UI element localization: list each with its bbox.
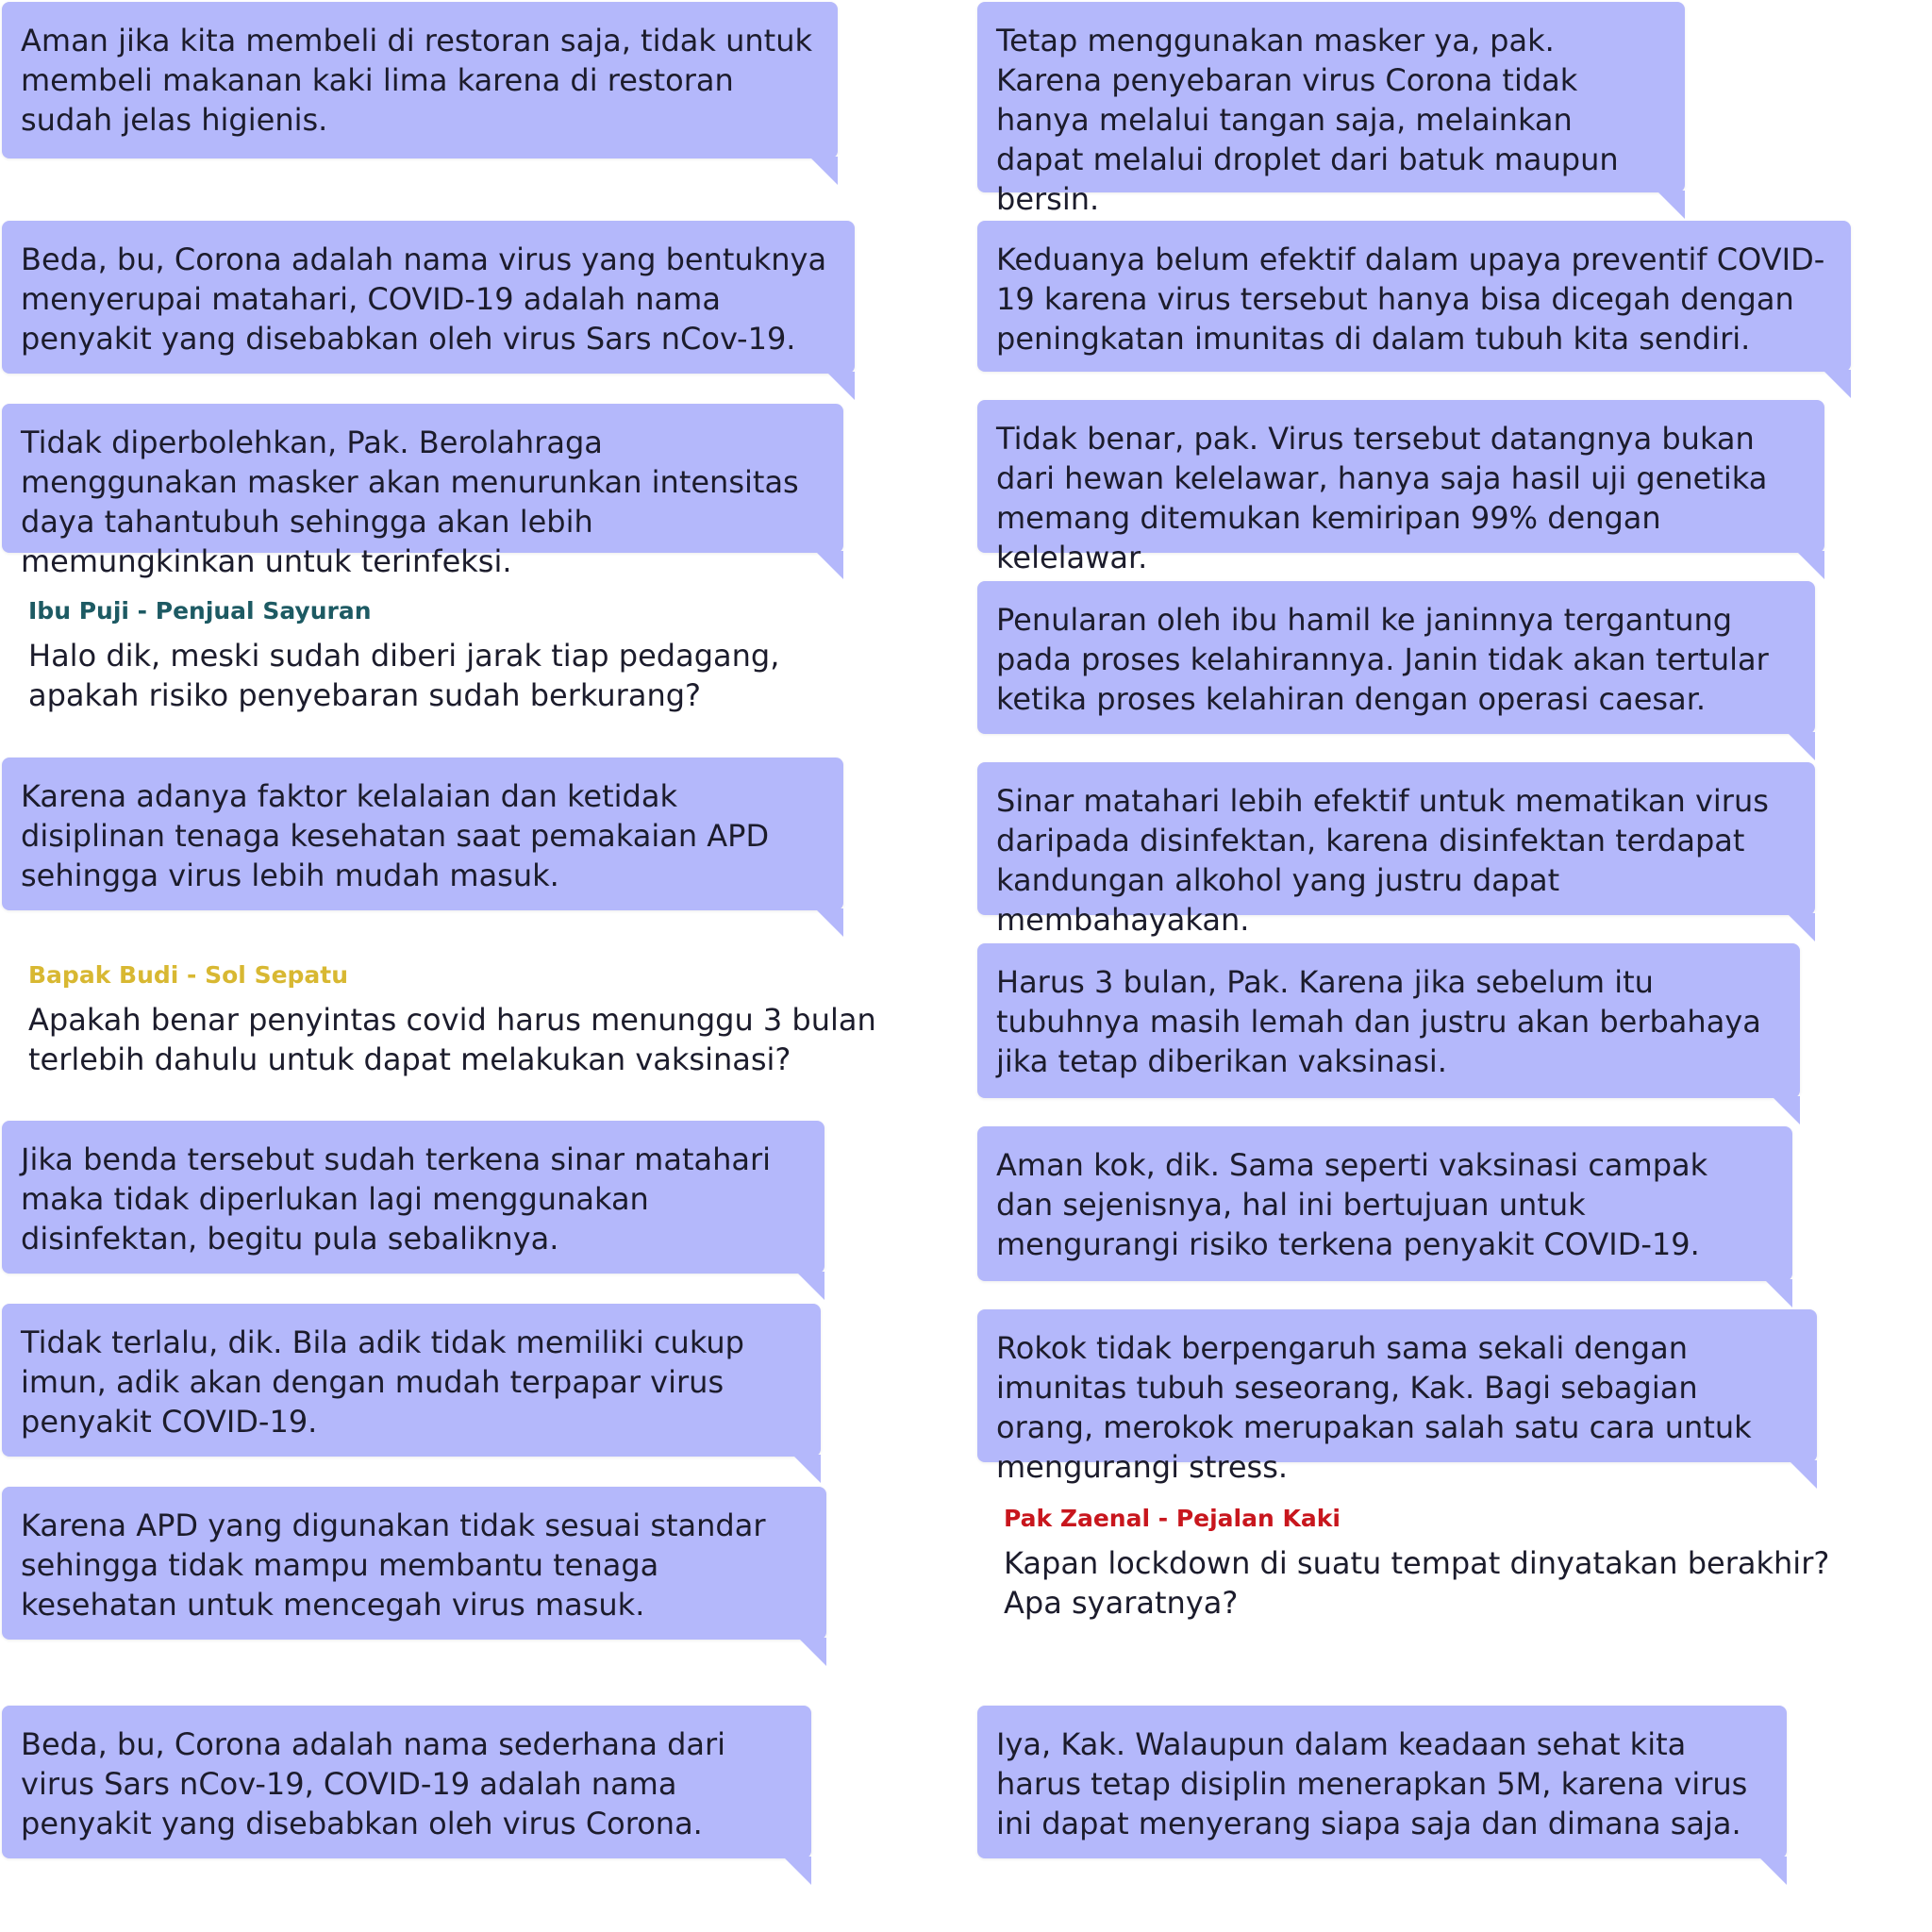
bubble-tail: [815, 908, 843, 937]
answer-bubble[interactable]: Tidak benar, pak. Virus tersebut datangn…: [977, 400, 1824, 579]
speaker-name: Pak Zaenal - Pejalan Kaki: [1004, 1505, 1341, 1532]
answer-text: Tidak benar, pak. Virus tersebut datangn…: [996, 421, 1768, 575]
answer-bubble[interactable]: Harus 3 bulan, Pak. Karena jika sebelum …: [977, 943, 1800, 1124]
answer-bubble[interactable]: Beda, bu, Corona adalah nama sederhana d…: [2, 1706, 811, 1885]
bubble-tail: [1823, 370, 1851, 398]
answer-bubble[interactable]: Tidak diperbolehkan, Pak. Berolahraga me…: [2, 404, 843, 579]
answer-text: Sinar matahari lebih efektif untuk memat…: [996, 783, 1769, 938]
speaker-name: Bapak Budi - Sol Sepatu: [28, 961, 349, 989]
bubble-tail: [809, 157, 838, 185]
answer-text: Aman kok, dik. Sama seperti vaksinasi ca…: [996, 1147, 1708, 1262]
answer-bubble[interactable]: Iya, Kak. Walaupun dalam keadaan sehat k…: [977, 1706, 1787, 1885]
answer-text: Tidak terlalu, dik. Bila adik tidak memi…: [21, 1324, 744, 1440]
answer-text: Penularan oleh ibu hamil ke janinnya ter…: [996, 602, 1769, 717]
answer-text: Iya, Kak. Walaupun dalam keadaan sehat k…: [996, 1726, 1748, 1841]
bubble-tail: [1764, 1279, 1792, 1307]
answer-text: Aman jika kita membeli di restoran saja,…: [21, 23, 813, 138]
answer-text: Karena adanya faktor kelalaian dan ketid…: [21, 778, 770, 893]
question-block: Bapak Budi - Sol Sepatu Apakah benar pen…: [28, 960, 877, 1079]
bubble-tail: [826, 372, 855, 400]
bubble-tail: [1758, 1857, 1787, 1885]
answer-bubble[interactable]: Sinar matahari lebih efektif untuk memat…: [977, 762, 1815, 941]
answer-text: Harus 3 bulan, Pak. Karena jika sebelum …: [996, 964, 1761, 1079]
answer-bubble[interactable]: Rokok tidak berpengaruh sama sekali deng…: [977, 1309, 1817, 1489]
question-block: Ibu Puji - Penjual Sayuran Halo dik, mes…: [28, 596, 877, 715]
answer-bubble[interactable]: Karena adanya faktor kelalaian dan ketid…: [2, 758, 843, 937]
question-text: Kapan lockdown di suatu tempat dinyataka…: [1004, 1545, 1830, 1621]
answer-bubble[interactable]: Jika benda tersebut sudah terkena sinar …: [2, 1121, 824, 1300]
bubble-tail: [1787, 732, 1815, 760]
answer-bubble[interactable]: Aman jika kita membeli di restoran saja,…: [2, 2, 838, 185]
answer-text: Keduanya belum efektif dalam upaya preve…: [996, 242, 1825, 357]
answer-bubble[interactable]: Keduanya belum efektif dalam upaya preve…: [977, 221, 1851, 398]
answer-bubble[interactable]: Aman kok, dik. Sama seperti vaksinasi ca…: [977, 1126, 1792, 1307]
speaker-name: Ibu Puji - Penjual Sayuran: [28, 597, 372, 625]
bubble-tail: [798, 1638, 826, 1666]
answer-bubble[interactable]: Penularan oleh ibu hamil ke janinnya ter…: [977, 581, 1815, 760]
bubble-tail: [792, 1455, 821, 1483]
answer-text: Tidak diperbolehkan, Pak. Berolahraga me…: [21, 425, 799, 579]
answer-bubble[interactable]: Beda, bu, Corona adalah nama virus yang …: [2, 221, 855, 400]
question-text: Apakah benar penyintas covid harus menun…: [28, 1002, 876, 1077]
answer-bubble[interactable]: Karena APD yang digunakan tidak sesuai s…: [2, 1487, 826, 1666]
bubble-tail: [796, 1272, 824, 1300]
answer-text: Beda, bu, Corona adalah nama virus yang …: [21, 242, 827, 357]
answer-bubble[interactable]: Tetap menggunakan masker ya, pak. Karena…: [977, 2, 1685, 219]
answer-text: Rokok tidak berpengaruh sama sekali deng…: [996, 1330, 1752, 1485]
answer-text: Jika benda tersebut sudah terkena sinar …: [21, 1141, 772, 1257]
answer-text: Beda, bu, Corona adalah nama sederhana d…: [21, 1726, 726, 1841]
question-text: Halo dik, meski sudah diberi jarak tiap …: [28, 638, 780, 713]
question-block: Pak Zaenal - Pejalan Kaki Kapan lockdown…: [1004, 1504, 1853, 1623]
bubble-tail: [1772, 1096, 1800, 1124]
answer-text: Karena APD yang digunakan tidak sesuai s…: [21, 1507, 766, 1623]
answer-text: Tetap menggunakan masker ya, pak. Karena…: [996, 23, 1619, 217]
bubble-tail: [783, 1857, 811, 1885]
answer-bubble[interactable]: Tidak terlalu, dik. Bila adik tidak memi…: [2, 1304, 821, 1483]
